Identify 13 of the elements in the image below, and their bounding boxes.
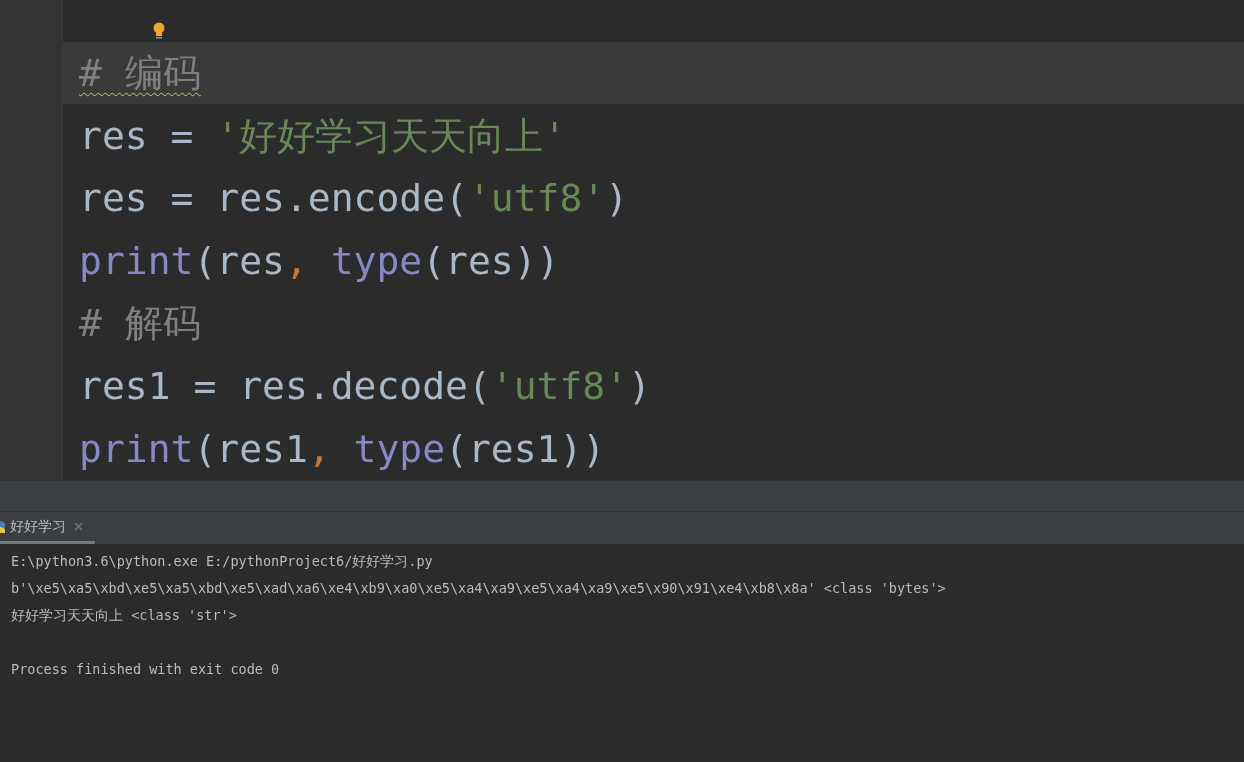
code-line: print(res1, type(res1)) [78,425,607,473]
lightbulb-icon[interactable] [152,22,166,40]
code-line: print(res, type(res)) [78,237,561,285]
code-line: res = '好好学习天天向上' [78,112,568,160]
python-icon [0,519,6,534]
code-line: # 解码 [78,300,202,348]
tab-label: 好好学习 [10,517,66,536]
console-line: 好好学习天天向上 <class 'str'> [11,606,237,625]
code-line: res = res.encode('utf8') [78,175,630,223]
console-line: E:\python3.6\python.exe E:/pythonProject6/好好学习.py [11,552,433,571]
console-line: b'\xe5\xa5\xbd\xe5\xa5\xbd\xe5\xad\xa6\xe4\xb9\xa0\xe5\xa4\xa9\xe5\xa4\xa9\xe5\x90\x91\xe4\xb8\x8a' <class 'bytes'> [11,579,946,598]
console-line: Process finished with exit code 0 [11,660,280,679]
code-line: res1 = res.decode('utf8') [78,363,652,410]
